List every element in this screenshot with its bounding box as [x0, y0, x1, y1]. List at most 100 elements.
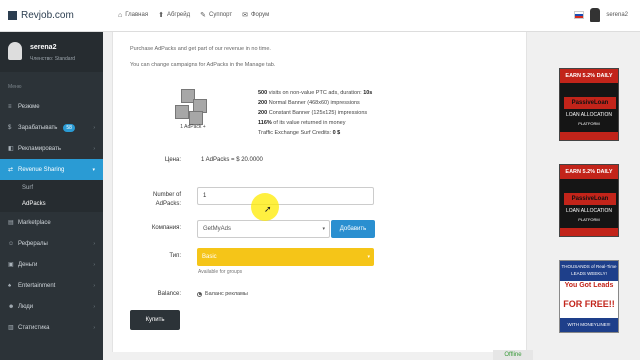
chevron-right-icon: › [93, 324, 95, 331]
main-content: Purchase AdPacks and get part of our rev… [112, 32, 527, 352]
intro-text: Purchase AdPacks and get part of our rev… [130, 46, 271, 52]
campaign-label: Компания: [151, 225, 181, 231]
number-label: Number of AdPacks: [133, 191, 181, 209]
cart-icon: ▤ [8, 220, 14, 226]
sidebar-item-label: Деньги [18, 261, 38, 268]
top-bar: Revjob.com ⌂ Главная ⬆ Абгрейд ✎ Суппорт ✉ Ф… [0, 0, 640, 32]
feature-text: Normal Banner (468x60) impressions [267, 100, 360, 106]
user-avatar-icon[interactable] [590, 8, 601, 22]
campaign-select[interactable]: GetMyAds ▾ [197, 220, 330, 238]
type-select-value: Basic [202, 254, 217, 260]
upgrade-icon: ⬆ [158, 12, 164, 19]
feature-surf-credits: Traffic Exchange Surf Credits: 0 $ [258, 128, 372, 138]
sidebar-item-money[interactable]: ▣ Деньги › [0, 254, 103, 275]
sidebar-item-marketplace[interactable]: ▤ Marketplace [0, 212, 103, 233]
price-label: Цена: [164, 157, 181, 163]
chevron-right-icon: › [93, 145, 95, 152]
feature-value: 200 [258, 100, 268, 106]
price-value: 1 AdPacks = $ 20.0000 [201, 157, 263, 163]
ads-column: EARN 5.2% DAILY PassiveLoan LOAN ALLOCAT… [534, 32, 640, 360]
dashboard-icon: ≡ [8, 103, 12, 110]
manage-hint-text: You can change campaigns for AdPacks in … [130, 62, 276, 68]
megaphone-icon: ◧ [8, 146, 14, 152]
profile-status: Членство: Standard [30, 56, 76, 62]
buy-button[interactable]: Купить [130, 310, 180, 330]
chevron-down-icon: ▾ [367, 254, 370, 260]
ad-leads-headline: THOUSANDS of Real-Time LEADS WEEKLY! [560, 261, 618, 281]
cube-shape [175, 105, 189, 119]
users-icon: ☺ [8, 240, 15, 247]
sidebar-item-earn[interactable]: $ Зарабатывать 58 › [0, 117, 103, 138]
nav-home[interactable]: ⌂ Главная [118, 11, 148, 19]
adpack-label: 1 AdPack + [180, 124, 206, 130]
profile-name: serena2 [30, 44, 57, 51]
ad-subtitle: LOAN ALLOCATION [565, 208, 613, 214]
nav-support-label: Суппорт [208, 12, 233, 18]
sidebar-item-summary[interactable]: ≡ Резюме [0, 96, 103, 117]
feature-text: of its value returned in money [271, 120, 346, 126]
type-select[interactable]: Basic ▾ [197, 248, 374, 266]
sidebar-item-stats[interactable]: ▥ Статистика › [0, 317, 103, 338]
feature-text: visits on non-value PTC ads, duration: [267, 90, 364, 96]
radio-selected-icon[interactable] [197, 291, 202, 297]
ad-footer-bar [560, 132, 618, 140]
feature-text: Constant Banner (125x125) impressions [267, 110, 368, 116]
chevron-right-icon: › [93, 261, 95, 268]
available-groups-note: Available for groups [198, 269, 243, 275]
chevron-right-icon: › [93, 303, 95, 310]
top-username[interactable]: serena2 [606, 12, 628, 18]
wallet-icon: ▣ [8, 262, 14, 268]
home-icon: ⌂ [118, 11, 123, 19]
sidebar-item-label: Люди [18, 303, 34, 310]
sidebar-item-revenue-sharing[interactable]: ⇄ Revenue Sharing ▾ [0, 159, 103, 180]
add-campaign-button[interactable]: Добавить [331, 220, 375, 238]
nav-support[interactable]: ✎ Суппорт [200, 11, 232, 19]
ad-footer-bar [560, 228, 618, 236]
sidebar-item-label: Marketplace [18, 219, 51, 226]
language-flag-icon[interactable] [574, 11, 585, 19]
dollar-icon: $ [8, 124, 12, 131]
ad-brand: PassiveLoan [564, 97, 616, 109]
balance-radio[interactable]: Баланс рекламы [197, 291, 248, 297]
feature-normal-banner: 200 Normal Banner (468x60) impressions [258, 98, 372, 108]
site-logo[interactable]: Revjob.com [8, 10, 74, 21]
sidebar-item-label: Entertainment [18, 282, 56, 289]
ad-subtitle-2: PLATFORM [578, 121, 600, 126]
mouse-cursor-icon: ➚ [264, 204, 272, 214]
chevron-right-icon: › [93, 240, 95, 247]
sidebar-item-entertainment[interactable]: ♠ Entertainment › [0, 275, 103, 296]
number-label-line2: AdPacks: [155, 201, 181, 207]
feature-value: 10s [363, 90, 373, 96]
sidebar-item-label: Revenue Sharing [18, 166, 65, 173]
feature-value: 500 [258, 90, 268, 96]
ad-banner-passiveloan[interactable]: EARN 5.2% DAILY PassiveLoan LOAN ALLOCAT… [559, 68, 619, 141]
feature-value: 0 $ [332, 130, 341, 136]
sidebar-item-label: Рекламировать [18, 145, 61, 152]
ad-leads-footer: WITH MONEYLINE!!! [560, 318, 618, 332]
sidebar-item-referrals[interactable]: ☺ Рефералы › [0, 233, 103, 254]
feature-constant-banner: 200 Constant Banner (125x125) impression… [258, 108, 372, 118]
ad-banner-leads[interactable]: THOUSANDS of Real-Time LEADS WEEKLY! You… [559, 260, 619, 333]
people-icon: ☻ [8, 303, 15, 310]
nav-upgrade[interactable]: ⬆ Абгрейд [158, 11, 190, 19]
adpacks-quantity-input[interactable]: 1 [197, 187, 374, 205]
avatar[interactable] [8, 42, 22, 60]
ad-banner-passiveloan-2[interactable]: EARN 5.2% DAILY PassiveLoan LOAN ALLOCAT… [559, 164, 619, 237]
sidebar-item-label: Резюме [18, 103, 40, 110]
nav-upgrade-label: Абгрейд [166, 12, 191, 18]
feature-visits: 500 visits on non-value PTC ads, duratio… [258, 88, 372, 98]
nav-forum[interactable]: ✉ Форум [242, 11, 269, 19]
sidebar-item-people[interactable]: ☻ Люди › [0, 296, 103, 317]
feature-value: 116% [258, 120, 272, 126]
sidebar-subitem-adpacks[interactable]: AdPacks [0, 196, 103, 212]
ad-subtitle: LOAN ALLOCATION [565, 112, 613, 118]
sidebar-subitem-surf[interactable]: Surf [0, 180, 103, 196]
chevron-down-icon: ▾ [92, 166, 95, 173]
sidebar-item-advertise[interactable]: ◧ Рекламировать › [0, 138, 103, 159]
sidebar-subitem-label: Surf [22, 185, 34, 191]
ad-leads-free: FOR FREE!! [563, 299, 615, 309]
cube-shape [189, 111, 203, 125]
sidebar: serena2 Членство: Standard Меню ≡ Резюме … [0, 32, 103, 360]
sidebar-item-label: Зарабатывать [18, 124, 58, 131]
chat-offline-tab[interactable]: Offline [493, 350, 533, 360]
